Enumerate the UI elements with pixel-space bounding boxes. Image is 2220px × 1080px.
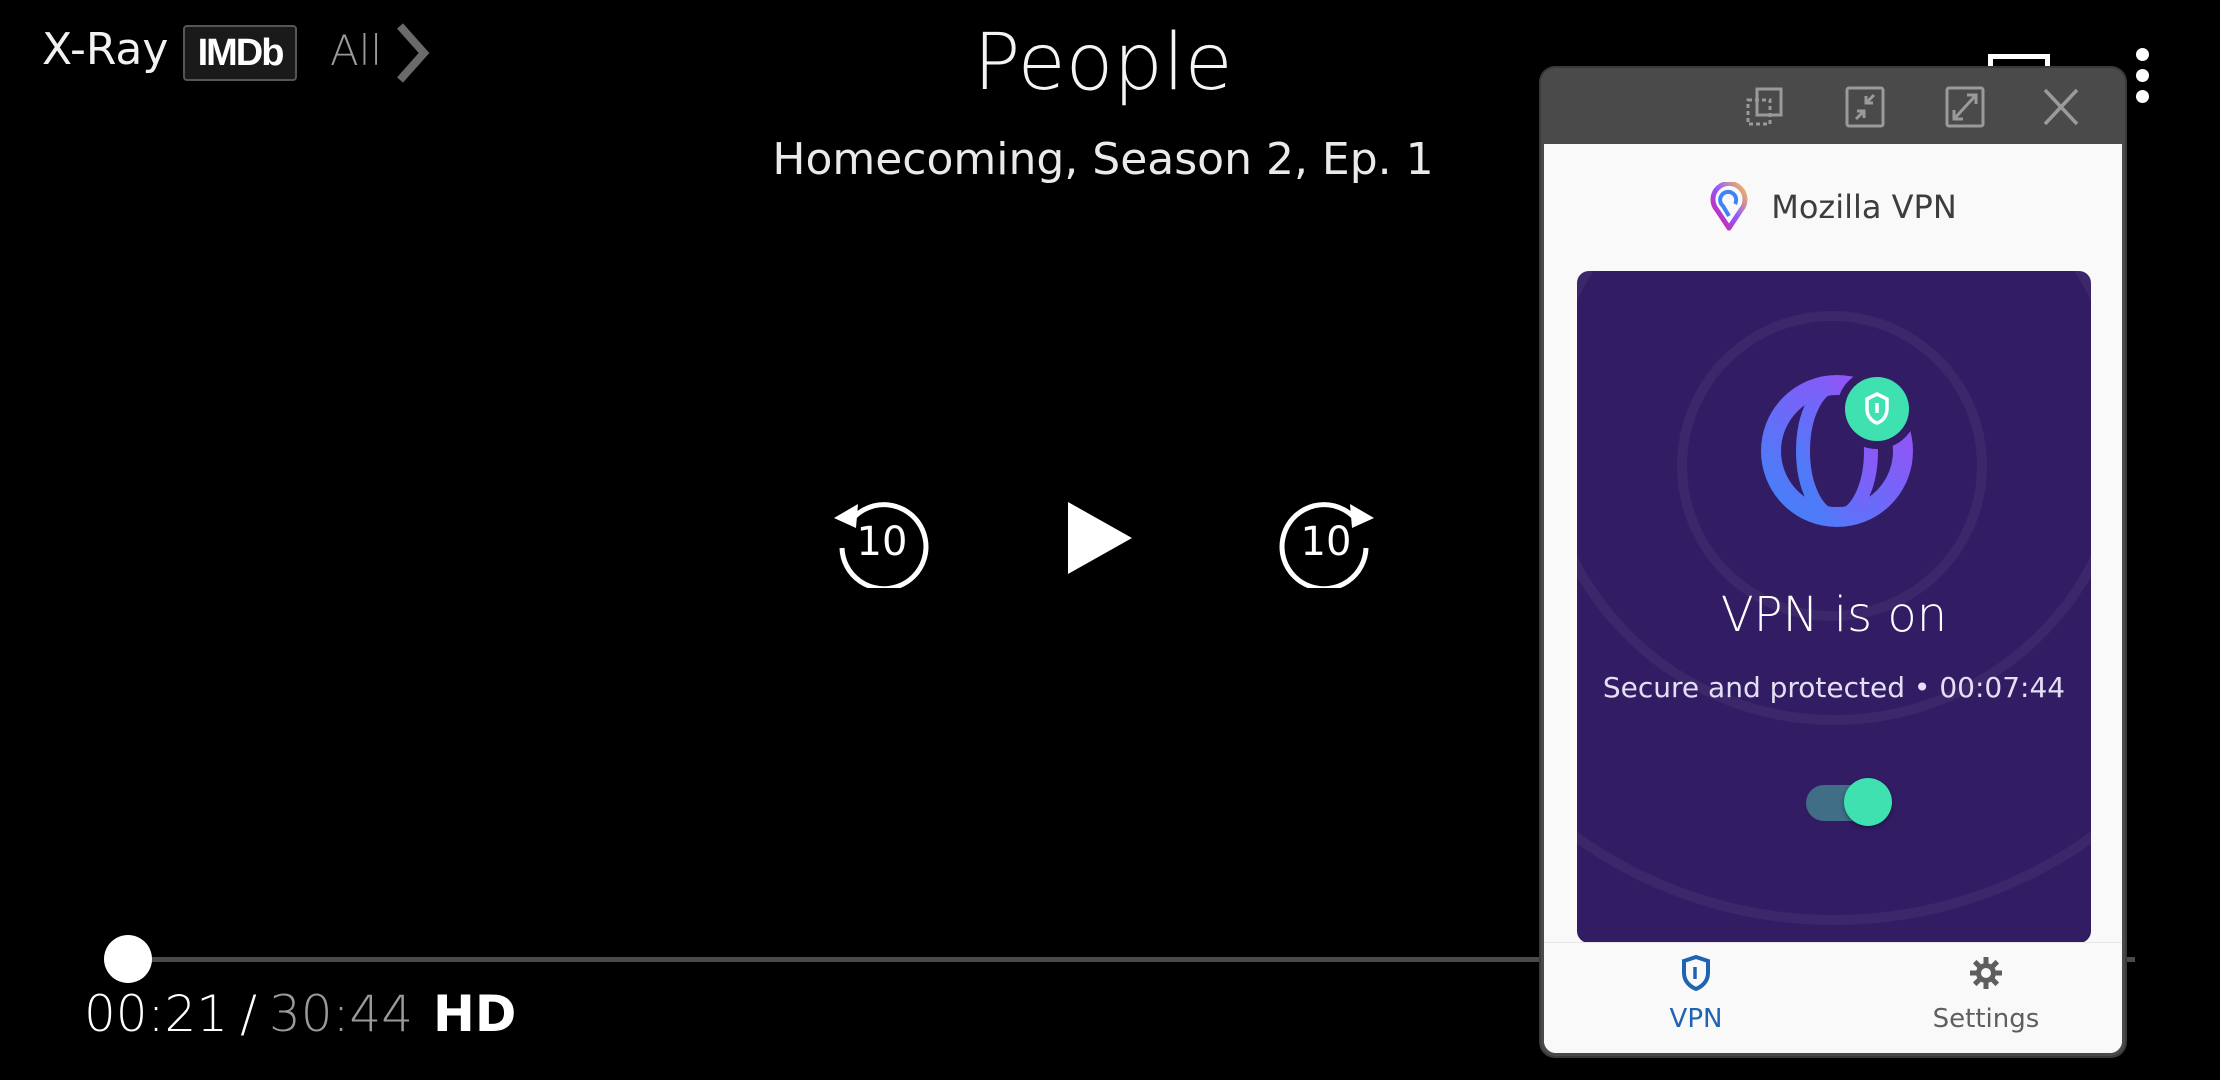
nav-tab-vpn[interactable]: VPN: [1596, 954, 1796, 1034]
vpn-status-card: VPN is on Secure and protected • 00:07:4…: [1577, 271, 2091, 943]
bottom-nav: VPN Settings: [1544, 942, 2122, 1053]
time-readout: 00:21/30:44 HD: [84, 985, 516, 1043]
current-time: 00:21: [84, 985, 229, 1043]
play-button[interactable]: [1064, 500, 1136, 581]
close-icon[interactable]: [2041, 86, 2081, 128]
play-icon: [1068, 502, 1132, 574]
forward-seconds: 10: [1301, 519, 1352, 565]
vpn-popup-window: Mozilla VPN VPN is on Secure and protect…: [1541, 68, 2125, 1056]
vpn-app: Mozilla VPN VPN is on Secure and protect…: [1544, 144, 2122, 1053]
app-name: Mozilla VPN: [1771, 188, 1957, 226]
nav-tab-settings-label: Settings: [1932, 1004, 2040, 1034]
forward-icon: 10: [1279, 502, 1374, 592]
rewind-seconds: 10: [857, 519, 908, 565]
gear-icon: [1970, 957, 2002, 989]
minimize-icon[interactable]: [1845, 86, 1885, 128]
mozilla-vpn-logo-icon: [1710, 182, 1748, 231]
window-title-bar[interactable]: [1541, 68, 2125, 144]
more-options-icon[interactable]: [2136, 48, 2150, 111]
time-separator: /: [240, 985, 257, 1043]
vpn-status-title: VPN is on: [1720, 587, 1948, 643]
seek-thumb[interactable]: [104, 935, 153, 983]
app-header: Mozilla VPN: [1544, 182, 2122, 232]
nav-tab-vpn-label: VPN: [1669, 1004, 1723, 1034]
total-time: 30:44: [268, 985, 414, 1043]
nav-tab-settings[interactable]: Settings: [1886, 955, 2086, 1034]
vpn-toggle[interactable]: [1806, 778, 1892, 826]
shield-icon: [1682, 954, 1710, 992]
vpn-toggle-knob: [1844, 778, 1892, 826]
rewind-10-button[interactable]: 10: [832, 488, 932, 593]
resize-icon[interactable]: [1745, 86, 1785, 128]
rewind-icon: 10: [834, 502, 929, 592]
quality-badge: HD: [433, 985, 517, 1043]
maximize-icon[interactable]: [1945, 86, 1985, 128]
globe-icon: [1761, 375, 1913, 527]
forward-10-button[interactable]: 10: [1276, 488, 1376, 593]
vpn-status-detail: Secure and protected • 00:07:44: [1602, 671, 2066, 704]
